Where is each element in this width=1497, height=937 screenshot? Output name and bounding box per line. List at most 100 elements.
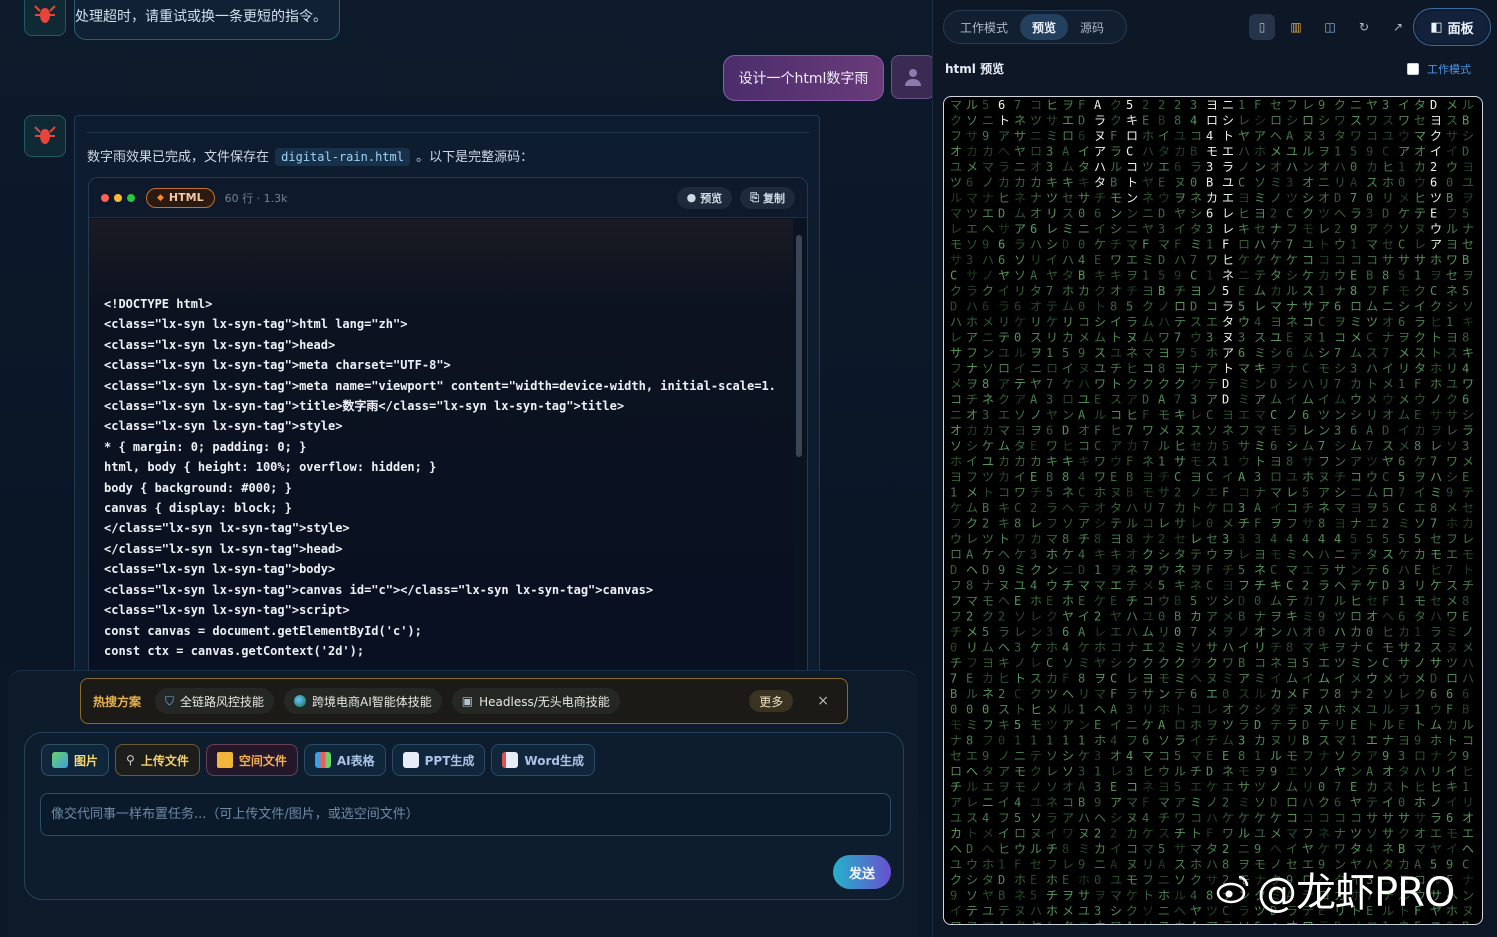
rain-glyph: ミ xyxy=(1270,176,1282,190)
ppt-generate-button[interactable]: PPT生成 xyxy=(391,744,486,776)
rain-glyph: ア xyxy=(1206,362,1218,376)
rain-glyph: ノ xyxy=(1030,408,1042,422)
rain-glyph: ニ xyxy=(982,331,994,345)
close-icon[interactable]: × xyxy=(817,693,829,709)
rain-glyph: チ xyxy=(1094,191,1106,205)
rain-glyph: ム xyxy=(1334,393,1346,407)
rain-glyph: レ xyxy=(1286,486,1298,500)
rain-glyph: レ xyxy=(1030,517,1042,531)
rain-glyph: E xyxy=(1430,207,1437,221)
rain-glyph: 6 xyxy=(1398,455,1405,469)
upload-file-button[interactable]: ⚲ 上传文件 xyxy=(115,744,200,776)
send-button[interactable]: 发送 xyxy=(833,855,891,889)
word-generate-button[interactable]: Word生成 xyxy=(491,744,595,776)
rain-glyph: ナ xyxy=(1318,749,1330,763)
rain-glyph: 0 xyxy=(1366,625,1373,639)
rain-glyph: 9 xyxy=(1094,796,1101,810)
rain-glyph: C xyxy=(1270,408,1277,422)
input-panel: 图片 ⚲ 上传文件 空间文件 AI表格 PPT生成 Word生成 像交代同事一样… xyxy=(24,732,904,900)
rain-glyph: レ xyxy=(1046,222,1058,236)
open-external-icon[interactable]: ↗ xyxy=(1385,14,1411,40)
rain-glyph: ツ xyxy=(1350,827,1362,841)
tab-source[interactable]: 源码 xyxy=(1068,14,1116,40)
rain-glyph: フ xyxy=(998,811,1010,825)
rain-glyph: ツ xyxy=(1318,207,1330,221)
rain-glyph: 5 xyxy=(1302,486,1309,500)
rain-glyph: B xyxy=(1078,796,1085,810)
image-tool-button[interactable]: 图片 xyxy=(41,744,110,776)
rain-glyph: 1 xyxy=(1398,594,1405,608)
rain-glyph: 8 xyxy=(1062,470,1069,484)
rain-glyph: ヨ xyxy=(1142,284,1154,298)
rain-glyph: ク xyxy=(1030,687,1042,701)
rain-glyph: C xyxy=(1270,563,1277,577)
rain-glyph: テ xyxy=(1414,207,1426,221)
rain-glyph: ル xyxy=(1334,594,1346,608)
rain-glyph: D xyxy=(1334,191,1341,205)
rain-glyph: リ xyxy=(1382,191,1394,205)
rain-glyph: ケ xyxy=(1206,501,1218,515)
work-mode-checkbox[interactable] xyxy=(1407,63,1419,75)
rain-glyph: 6 xyxy=(1206,207,1213,221)
rain-glyph: 5 xyxy=(1030,889,1037,903)
rain-glyph: 6 xyxy=(1062,625,1069,639)
rain-glyph: ル xyxy=(1174,765,1186,779)
space-file-button[interactable]: 空间文件 xyxy=(205,744,298,776)
rain-glyph: ヤ xyxy=(1014,145,1026,159)
rain-glyph: ソ xyxy=(1062,517,1074,531)
rain-glyph: ハ xyxy=(1398,563,1410,577)
rain-glyph: 5 xyxy=(982,98,989,112)
rain-glyph: ソ xyxy=(1046,780,1058,794)
rain-glyph: ホ xyxy=(1190,858,1202,872)
hot-item-cross-border[interactable]: 跨境电商AI智能体技能 xyxy=(284,688,442,714)
rain-glyph: ス xyxy=(1158,827,1170,841)
rain-glyph: ラ xyxy=(1318,563,1330,577)
refresh-icon[interactable]: ↻ xyxy=(1351,14,1377,40)
ai-reply-message: 数字雨效果已完成，文件保存在 digital-rain.html 。以下是完整源… xyxy=(74,115,820,676)
rain-glyph: D xyxy=(1254,718,1261,732)
panel-toggle-button[interactable]: ◧ 面板 xyxy=(1413,8,1491,46)
rain-glyph: モ xyxy=(1158,672,1170,686)
mobile-view-icon[interactable]: ▯ xyxy=(1249,14,1275,40)
rain-glyph: カ xyxy=(1126,439,1138,453)
task-input[interactable] xyxy=(40,793,891,836)
code-copy-button[interactable]: ⎘ 复制 xyxy=(740,186,795,209)
tab-preview[interactable]: 预览 xyxy=(1020,14,1069,40)
rain-glyph: ウ xyxy=(1334,238,1346,252)
rain-glyph: ト xyxy=(998,114,1010,128)
rain-glyph: ハ xyxy=(1174,253,1186,267)
rain-glyph: サ xyxy=(1382,253,1394,267)
rain-glyph: ヘ xyxy=(998,145,1010,159)
ai-table-button[interactable]: AI表格 xyxy=(303,744,386,776)
rain-glyph: ハ xyxy=(1062,253,1074,267)
work-mode-toggle[interactable]: 工作模式 xyxy=(1407,61,1471,77)
code-line: <class="lx-syn lx-syn-tag">canvas id="c"… xyxy=(104,582,654,597)
hot-item-risk-control[interactable]: ⛉ 全链路风控技能 xyxy=(155,688,275,714)
rain-glyph: マ xyxy=(1094,579,1106,593)
rain-glyph: ス xyxy=(966,811,978,825)
tab-work-mode[interactable]: 工作模式 xyxy=(948,14,1020,40)
rain-glyph: ス xyxy=(1302,284,1314,298)
rain-glyph: ク xyxy=(982,284,994,298)
rain-glyph: エ xyxy=(1110,579,1122,593)
tablet-view-icon[interactable]: ▥ xyxy=(1283,14,1309,40)
rain-glyph: ン xyxy=(1126,191,1138,205)
rain-glyph: ウ xyxy=(1398,672,1410,686)
split-view-icon[interactable]: ◫ xyxy=(1317,14,1343,40)
rain-glyph: ソ xyxy=(1014,610,1026,624)
rain-glyph: ク xyxy=(1238,703,1250,717)
rain-glyph: ヲ xyxy=(1174,191,1186,205)
code-scrollbar[interactable] xyxy=(796,235,802,457)
rain-glyph: D xyxy=(1062,424,1069,438)
rain-glyph: モ xyxy=(1462,548,1474,562)
rain-glyph: ナ xyxy=(1190,362,1202,376)
table-icon xyxy=(314,752,331,768)
rain-glyph: 0 xyxy=(1398,176,1405,190)
html-preview-frame[interactable]: マクフオユツルマレモサCクDハレサフメコニオソホヨ1ケフウロDフフフチ0チ7B0… xyxy=(943,96,1483,925)
code-preview-button[interactable]: ● 预览 xyxy=(676,186,733,209)
hot-item-headless[interactable]: ▣ Headless/无头电商技能 xyxy=(451,688,620,714)
hot-more-button[interactable]: 更多 xyxy=(749,690,794,712)
rain-glyph: モ xyxy=(1126,873,1138,887)
rain-glyph: ナ xyxy=(1350,517,1362,531)
rain-glyph: 0 xyxy=(1350,160,1357,174)
